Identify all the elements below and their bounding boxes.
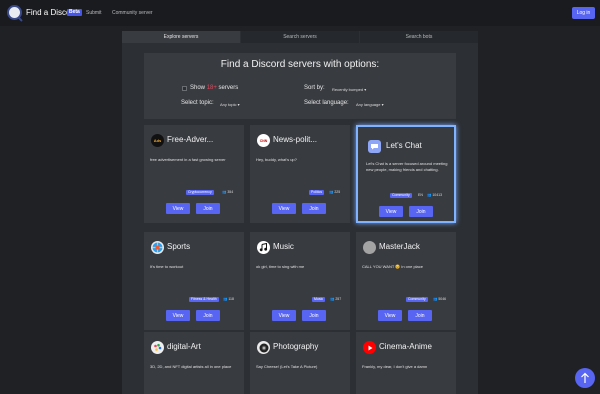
member-count: 👥 118 — [223, 297, 234, 301]
show-nsfw-checkbox[interactable] — [182, 86, 187, 91]
server-description: Hey, buddy, what's up? — [256, 157, 297, 162]
navbar: Find a Discord Beta Submit Community ser… — [0, 0, 600, 26]
server-description: Let's Chat is a server focused around me… — [366, 161, 448, 172]
topic-tag[interactable]: Politics — [309, 190, 325, 195]
member-count: 👥 354 — [222, 190, 234, 194]
member-count: 👥 225 — [329, 190, 341, 194]
server-name[interactable]: MasterJack — [379, 242, 453, 251]
show-nsfw-label: Show 18+ servers — [190, 85, 239, 91]
sort-label: Sort by: — [304, 85, 325, 91]
server-name[interactable]: Cinema-Anime — [379, 342, 453, 351]
view-button[interactable]: View — [272, 203, 296, 214]
sports-ball-icon — [151, 241, 164, 254]
view-button[interactable]: View — [379, 206, 403, 217]
server-name[interactable]: digital-Art — [167, 342, 241, 351]
server-description: Say Cheese! (Let's Take A Picture) — [256, 364, 318, 369]
server-description: ok girl, time to sing with me — [256, 264, 305, 269]
server-description: 3D, 2D, and NFT digital artists all in o… — [150, 364, 232, 369]
topic-label: Select topic: — [181, 100, 214, 106]
server-card: Ads Free-Adver... free advertisement in … — [144, 125, 244, 223]
chat-bubble-icon — [368, 140, 381, 153]
language-select[interactable]: Any language ▾ — [356, 102, 384, 107]
join-button[interactable]: Join — [196, 203, 220, 214]
server-card: Cinema-Anime Frankly, my dear, I don't g… — [356, 332, 456, 394]
view-button[interactable]: View — [166, 310, 190, 321]
topic-tag[interactable]: Community — [390, 193, 412, 198]
join-button[interactable]: Join — [409, 206, 433, 217]
server-card: Sports It's time to workout Fitness & He… — [144, 232, 244, 330]
sort-select[interactable]: Recently bumped ▾ — [332, 87, 366, 92]
magnifier-logo-icon[interactable] — [7, 5, 22, 20]
server-card-highlighted: Let's Chat Let's Chat is a server focuse… — [356, 125, 456, 223]
server-card: Music ok girl, time to sing with me Musi… — [250, 232, 350, 330]
topic-tag[interactable]: Community — [406, 297, 428, 302]
server-card: CNN News-polit... Hey, buddy, what's up?… — [250, 125, 350, 223]
login-button[interactable]: Log in — [572, 7, 595, 19]
camera-icon — [257, 341, 270, 354]
topic-tag[interactable]: Music — [312, 297, 326, 302]
options-title: Find a Discord servers with options: — [220, 59, 380, 70]
join-button[interactable]: Join — [302, 203, 326, 214]
view-button[interactable]: View — [272, 310, 296, 321]
member-count: 👥 5046 — [433, 297, 447, 301]
server-description: Frankly, my dear, I don't give a damn — [362, 364, 428, 369]
language-label: Select language: — [304, 100, 349, 106]
view-button[interactable]: View — [166, 203, 190, 214]
tab-bar: Explore servers Search servers Search bo… — [122, 31, 478, 43]
server-name[interactable]: News-polit... — [273, 135, 347, 144]
tab-search-bots[interactable]: Search bots — [360, 31, 478, 43]
art-palette-icon — [151, 341, 164, 354]
play-button-icon — [363, 341, 376, 354]
server-name[interactable]: Free-Adver... — [167, 135, 241, 144]
topic-tag[interactable]: Fitness & Health — [189, 297, 219, 302]
server-card: Photography Say Cheese! (Let's Take A Pi… — [250, 332, 350, 394]
join-button[interactable]: Join — [196, 310, 220, 321]
news-logo-icon: CNN — [257, 134, 270, 147]
server-description: free advertisement in a fast growing ser… — [150, 157, 226, 162]
join-button[interactable]: Join — [408, 310, 432, 321]
nav-link-submit[interactable]: Submit — [86, 10, 102, 16]
tab-explore-servers[interactable]: Explore servers — [122, 31, 240, 43]
beta-badge: Beta — [67, 9, 82, 16]
topic-select[interactable]: Any topic ▾ — [220, 102, 240, 107]
server-description: CALL YOU WANT 😊 in one place — [362, 264, 424, 269]
avatar-icon — [363, 241, 376, 254]
server-card: MasterJack CALL YOU WANT 😊 in one place … — [356, 232, 456, 330]
member-count: 👥 10413 — [427, 193, 443, 197]
scroll-to-top-button[interactable] — [575, 368, 595, 388]
server-name[interactable]: Music — [273, 242, 347, 251]
nav-link-community-server[interactable]: Community server — [112, 10, 153, 16]
server-name[interactable]: Sports — [167, 242, 241, 251]
view-button[interactable]: View — [378, 310, 402, 321]
server-name[interactable]: Let's Chat — [386, 141, 460, 150]
ads-icon: Ads — [151, 134, 164, 147]
join-button[interactable]: Join — [302, 310, 326, 321]
options-panel: Find a Discord servers with options: Sho… — [144, 53, 456, 119]
topic-tag[interactable]: Cryptocurrency — [186, 190, 214, 195]
language-badge: EN — [418, 193, 423, 197]
member-count: 👥 257 — [330, 297, 342, 301]
tab-search-servers[interactable]: Search servers — [241, 31, 359, 43]
server-description: It's time to workout — [150, 264, 184, 269]
music-note-icon — [257, 241, 270, 254]
arrow-up-icon — [581, 372, 589, 383]
server-name[interactable]: Photography — [273, 342, 347, 351]
server-card: digital-Art 3D, 2D, and NFT digital arti… — [144, 332, 244, 394]
